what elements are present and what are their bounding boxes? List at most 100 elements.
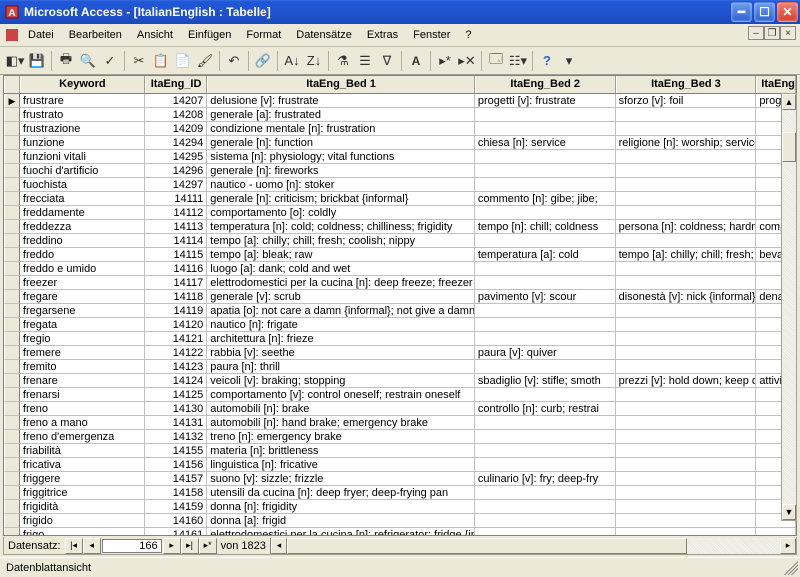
cell-id[interactable]: 14157 bbox=[145, 472, 207, 486]
table-row[interactable]: fuochi d'artificio14296generale [n]: fir… bbox=[4, 164, 796, 178]
cell-keyword[interactable]: funzione bbox=[20, 136, 145, 150]
cell-id[interactable]: 14124 bbox=[145, 374, 207, 388]
cell-id[interactable]: 14294 bbox=[145, 136, 207, 150]
cell-id[interactable]: 14117 bbox=[145, 276, 207, 290]
cell-bed1[interactable]: automobili [n]: hand brake; emergency br… bbox=[207, 416, 475, 430]
table-row[interactable]: fregare14118generale [v]: scrubpavimento… bbox=[4, 290, 796, 304]
cell-id[interactable]: 14122 bbox=[145, 346, 207, 360]
cell-bed1[interactable]: comportamento [o]: coldly bbox=[207, 206, 475, 220]
table-row[interactable]: fremito14123paura [n]: thrill bbox=[4, 360, 796, 374]
table-row[interactable]: frigidità14159donna [n]: frigidity bbox=[4, 500, 796, 514]
cell-bed2[interactable] bbox=[475, 150, 616, 164]
menu-extras[interactable]: Extras bbox=[360, 26, 405, 44]
cell-bed1[interactable]: tempo [a]: bleak; raw bbox=[207, 248, 475, 262]
cell-id[interactable]: 14209 bbox=[145, 122, 207, 136]
menu-format[interactable]: Format bbox=[239, 26, 288, 44]
filter-form-button[interactable]: ☰ bbox=[354, 50, 376, 72]
undo-button[interactable]: ↶ bbox=[223, 50, 245, 72]
cell-keyword[interactable]: freezer bbox=[20, 276, 145, 290]
row-selector[interactable] bbox=[4, 528, 20, 535]
cell-bed2[interactable] bbox=[475, 206, 616, 220]
menu-fenster[interactable]: Fenster bbox=[406, 26, 457, 44]
view-button[interactable]: ◧▾ bbox=[4, 50, 26, 72]
cell-bed1[interactable]: tempo [a]: chilly; chill; fresh; coolish… bbox=[207, 234, 475, 248]
cell-bed3[interactable] bbox=[616, 472, 757, 486]
row-selector[interactable] bbox=[4, 220, 20, 234]
cell-id[interactable]: 14158 bbox=[145, 486, 207, 500]
maximize-button[interactable]: ☐ bbox=[754, 2, 775, 22]
cell-bed3[interactable] bbox=[616, 416, 757, 430]
cell-bed3[interactable] bbox=[616, 500, 757, 514]
scroll-track[interactable] bbox=[782, 110, 796, 504]
table-row[interactable]: frustrazione14209condizione mentale [n]:… bbox=[4, 122, 796, 136]
cell-keyword[interactable]: freddezza bbox=[20, 220, 145, 234]
table-row[interactable]: freno d'emergenza14132treno [n]: emergen… bbox=[4, 430, 796, 444]
cell-bed2[interactable] bbox=[475, 430, 616, 444]
cell-keyword[interactable]: freddino bbox=[20, 234, 145, 248]
cell-id[interactable]: 14160 bbox=[145, 514, 207, 528]
cell-keyword[interactable]: fregio bbox=[20, 332, 145, 346]
menu-ansicht[interactable]: Ansicht bbox=[130, 26, 180, 44]
row-selector[interactable] bbox=[4, 178, 20, 192]
row-selector[interactable]: ▶ bbox=[4, 94, 20, 108]
table-row[interactable]: freddezza14113temperatura [n]: cold; col… bbox=[4, 220, 796, 234]
cell-bed1[interactable]: delusione [v]: frustrate bbox=[207, 94, 475, 108]
table-row[interactable]: frigido14160donna [a]: frigid bbox=[4, 514, 796, 528]
row-selector[interactable] bbox=[4, 276, 20, 290]
cell-bed3[interactable] bbox=[616, 234, 757, 248]
cell-keyword[interactable]: fuochista bbox=[20, 178, 145, 192]
menu-datei[interactable]: Datei bbox=[21, 26, 61, 44]
menu-help[interactable]: ? bbox=[458, 26, 478, 44]
scroll-down-button[interactable]: ▼ bbox=[782, 504, 796, 520]
table-row[interactable]: ▶frustrare14207delusione [v]: frustratep… bbox=[4, 94, 796, 108]
link-button[interactable]: 🔗 bbox=[252, 50, 274, 72]
table-row[interactable]: fregarsene14119apatia [o]: not care a da… bbox=[4, 304, 796, 318]
row-selector[interactable] bbox=[4, 164, 20, 178]
table-row[interactable]: freddino14114tempo [a]: chilly; chill; f… bbox=[4, 234, 796, 248]
table-row[interactable]: frenare14124veicoli [v]: braking; stoppi… bbox=[4, 374, 796, 388]
first-record-button[interactable]: |◂ bbox=[65, 538, 83, 554]
table-row[interactable]: frenarsi14125comportamento [v]: control … bbox=[4, 388, 796, 402]
table-row[interactable]: funzioni vitali14295sistema [n]: physiol… bbox=[4, 150, 796, 164]
prev-record-button[interactable]: ◂ bbox=[83, 538, 101, 554]
cell-bed3[interactable] bbox=[616, 318, 757, 332]
cell-bed1[interactable]: veicoli [v]: braking; stopping bbox=[207, 374, 475, 388]
scroll-thumb[interactable] bbox=[782, 132, 796, 162]
cell-keyword[interactable]: freddo bbox=[20, 248, 145, 262]
table-row[interactable]: friggere14157suono [v]: sizzle; frizzlec… bbox=[4, 472, 796, 486]
cell-bed3[interactable] bbox=[616, 206, 757, 220]
cell-keyword[interactable]: frenare bbox=[20, 374, 145, 388]
cell-keyword[interactable]: freno a mano bbox=[20, 416, 145, 430]
cell-keyword[interactable]: friggere bbox=[20, 472, 145, 486]
cell-id[interactable]: 14116 bbox=[145, 262, 207, 276]
cell-bed2[interactable] bbox=[475, 122, 616, 136]
cell-bed3[interactable] bbox=[616, 514, 757, 528]
cell-bed2[interactable] bbox=[475, 388, 616, 402]
cell-bed2[interactable] bbox=[475, 528, 616, 535]
new-object-button[interactable]: ☷▾ bbox=[507, 50, 529, 72]
cell-bed2[interactable]: tempo [n]: chill; coldness bbox=[475, 220, 616, 234]
table-row[interactable]: funzione14294generale [n]: functionchies… bbox=[4, 136, 796, 150]
cell-bed2[interactable] bbox=[475, 304, 616, 318]
cell-bed2[interactable]: temperatura [a]: cold bbox=[475, 248, 616, 262]
cell-bed3[interactable] bbox=[616, 164, 757, 178]
cell-bed3[interactable] bbox=[616, 444, 757, 458]
cell-bed3[interactable] bbox=[616, 388, 757, 402]
db-window-button[interactable]: 🗔 bbox=[485, 50, 507, 72]
table-row[interactable]: friabilità14155materia [n]: brittleness bbox=[4, 444, 796, 458]
row-selector[interactable] bbox=[4, 192, 20, 206]
cell-bed3[interactable] bbox=[616, 486, 757, 500]
cell-keyword[interactable]: fremere bbox=[20, 346, 145, 360]
cell-bed1[interactable]: generale [a]: frustrated bbox=[207, 108, 475, 122]
cell-bed1[interactable]: donna [n]: frigidity bbox=[207, 500, 475, 514]
cell-keyword[interactable]: friabilità bbox=[20, 444, 145, 458]
cell-bed2[interactable]: pavimento [v]: scour bbox=[475, 290, 616, 304]
scroll-up-button[interactable]: ▲ bbox=[782, 94, 796, 110]
cell-keyword[interactable]: freno bbox=[20, 402, 145, 416]
row-selector[interactable] bbox=[4, 108, 20, 122]
cell-bed3[interactable] bbox=[616, 276, 757, 290]
filter-toggle-button[interactable]: ∇ bbox=[376, 50, 398, 72]
cell-id[interactable]: 14118 bbox=[145, 290, 207, 304]
cell-bed3[interactable] bbox=[616, 192, 757, 206]
table-row[interactable]: fregata14120nautico [n]: frigate bbox=[4, 318, 796, 332]
